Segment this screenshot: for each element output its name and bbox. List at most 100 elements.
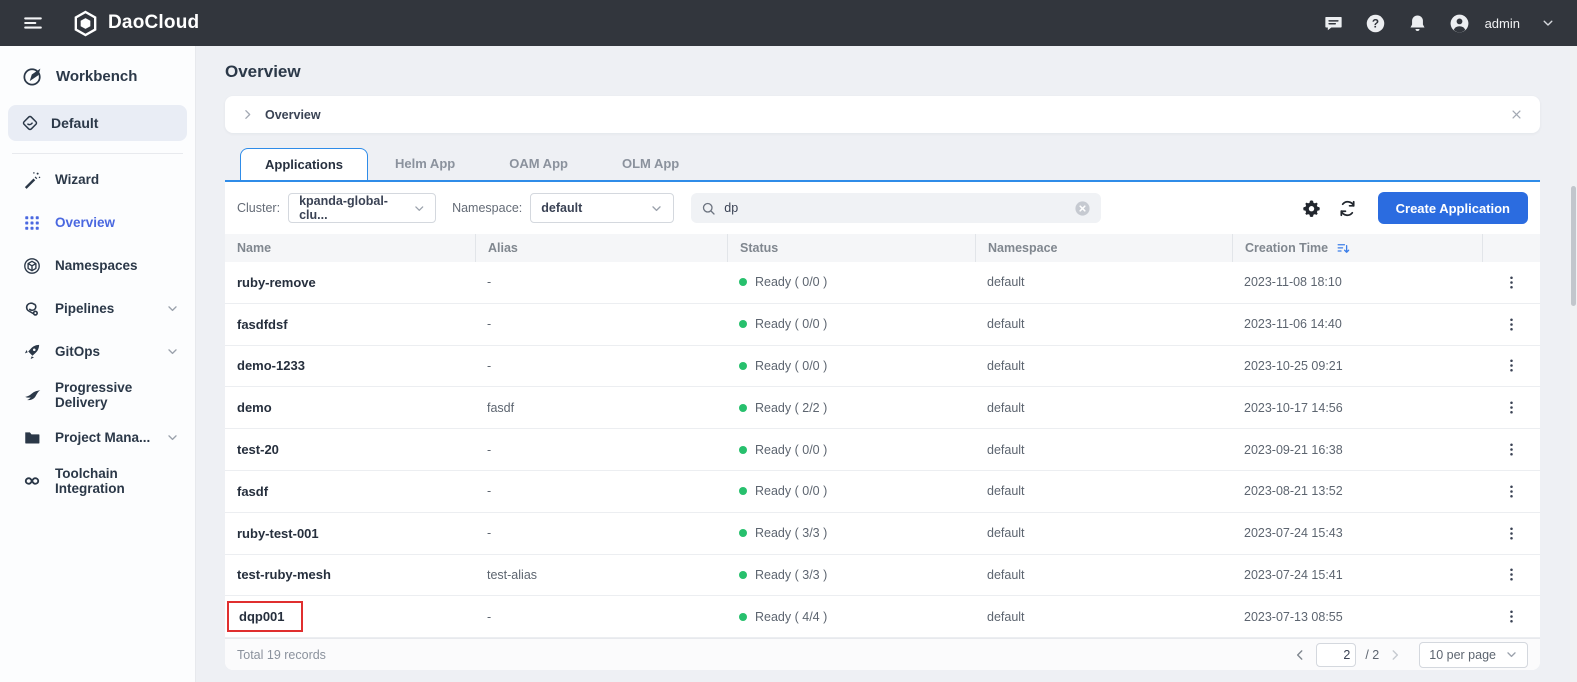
- filter-bar: Cluster: kpanda-global-clu... Namespace:…: [225, 182, 1540, 234]
- page-size-select[interactable]: 10 per page: [1419, 641, 1528, 668]
- hamburger-menu-icon[interactable]: [22, 12, 44, 34]
- gear-icon[interactable]: [1302, 199, 1321, 218]
- sidebar-item-overview[interactable]: Overview: [0, 201, 195, 244]
- sidebar-item-workbench[interactable]: Workbench: [0, 46, 195, 99]
- page-number-input[interactable]: [1316, 642, 1357, 667]
- namespace-select[interactable]: default: [530, 193, 675, 223]
- sidebar-item-label: Pipelines: [55, 301, 115, 316]
- cell-name[interactable]: demo-1233: [225, 358, 475, 373]
- sort-desc-icon[interactable]: [1336, 241, 1351, 256]
- sidebar-item-progressive-delivery[interactable]: Progressive Delivery: [0, 373, 195, 416]
- sidebar-item-toolchain-integration[interactable]: Toolchain Integration: [0, 459, 195, 502]
- chevron-down-icon: [166, 431, 179, 444]
- kebab-menu-icon[interactable]: [1503, 357, 1520, 374]
- application-name[interactable]: ruby-remove: [237, 275, 316, 290]
- chevron-right-icon[interactable]: [241, 108, 254, 121]
- sidebar-item-project-mana[interactable]: Project Mana...: [0, 416, 195, 459]
- sidebar-item-gitops[interactable]: GitOps: [0, 330, 195, 373]
- sidebar-item-pipelines[interactable]: Pipelines: [0, 287, 195, 330]
- cell-status: Ready ( 3/3 ): [727, 526, 975, 540]
- user-name[interactable]: admin: [1485, 16, 1520, 31]
- cell-actions: [1482, 525, 1540, 542]
- status-dot: [739, 445, 747, 454]
- kebab-menu-icon[interactable]: [1503, 483, 1520, 500]
- table-row: test-20 - Ready ( 0/0 ) default 2023-09-21 1…: [225, 429, 1540, 471]
- brand-name: DaoCloud: [108, 12, 200, 33]
- search-input[interactable]: [724, 201, 1067, 215]
- table-header: Name Alias Status Namespace Creation Time: [225, 234, 1540, 262]
- kebab-menu-icon[interactable]: [1503, 608, 1520, 625]
- cell-name[interactable]: test-ruby-mesh: [225, 567, 475, 582]
- breadcrumb-item[interactable]: Overview: [265, 108, 321, 122]
- sidebar-item-label: Project Mana...: [55, 430, 151, 445]
- page-size-value: 10 per page: [1429, 647, 1496, 662]
- bell-icon[interactable]: [1407, 13, 1428, 34]
- workspace-selector[interactable]: Default: [8, 105, 187, 141]
- cell-name[interactable]: fasdf: [225, 484, 475, 499]
- table-row: fasdf - Ready ( 0/0 ) default 2023-08-21 13:…: [225, 470, 1540, 513]
- swap-workspace-icon[interactable]: [156, 114, 174, 132]
- sidebar-item-label: Overview: [55, 215, 116, 230]
- status-text: Ready ( 0/0 ): [755, 358, 828, 373]
- message-icon[interactable]: [1323, 13, 1344, 34]
- cell-namespace: default: [987, 358, 1025, 373]
- refresh-icon[interactable]: [1338, 199, 1357, 218]
- cluster-select[interactable]: kpanda-global-clu...: [288, 193, 437, 223]
- table-footer: Total 19 records / 2 10 per page: [225, 638, 1540, 671]
- cell-name[interactable]: demo: [225, 400, 475, 415]
- application-name[interactable]: test-ruby-mesh: [237, 567, 331, 582]
- chevron-down-icon: [166, 302, 179, 315]
- scrollbar-thumb[interactable]: [1571, 186, 1576, 306]
- create-application-button[interactable]: Create Application: [1377, 192, 1528, 224]
- help-icon[interactable]: ?: [1365, 13, 1386, 34]
- cluster-value: kpanda-global-clu...: [299, 194, 388, 222]
- user-chevron-down-icon[interactable]: [1541, 16, 1555, 30]
- cell-name[interactable]: ruby-remove: [225, 275, 475, 290]
- status-text: Ready ( 4/4 ): [755, 609, 828, 624]
- clear-search-icon[interactable]: [1074, 200, 1091, 217]
- avatar-icon[interactable]: [1449, 13, 1470, 34]
- cell-creation-time: 2023-07-13 08:55: [1244, 609, 1343, 624]
- next-page-icon[interactable]: [1388, 648, 1402, 662]
- status-text: Ready ( 0/0 ): [755, 484, 828, 499]
- sidebar-item-wizard[interactable]: Wizard: [0, 158, 195, 201]
- cell-namespace: default: [987, 275, 1025, 290]
- vertical-scrollbar[interactable]: [1570, 46, 1577, 682]
- cell-status: Ready ( 0/0 ): [727, 275, 975, 289]
- chevron-down-icon: [650, 202, 663, 215]
- tab-helm-app[interactable]: Helm App: [368, 148, 482, 180]
- cell-creation-time: 2023-10-25 09:21: [1244, 358, 1343, 373]
- application-name[interactable]: test-20: [237, 442, 279, 457]
- status-text: Ready ( 3/3 ): [755, 526, 828, 541]
- sidebar-item-namespaces[interactable]: Namespaces: [0, 244, 195, 287]
- tab-oam-app[interactable]: OAM App: [482, 148, 595, 180]
- application-name[interactable]: ruby-test-001: [237, 526, 319, 541]
- tab-olm-app[interactable]: OLM App: [595, 148, 706, 180]
- kebab-menu-icon[interactable]: [1503, 274, 1520, 291]
- cell-name[interactable]: ruby-test-001: [225, 526, 475, 541]
- tab-applications[interactable]: Applications: [240, 148, 369, 180]
- application-name[interactable]: demo: [237, 400, 272, 415]
- cell-namespace: default: [987, 567, 1025, 582]
- workbench-label: Workbench: [56, 68, 138, 85]
- kebab-menu-icon[interactable]: [1503, 441, 1520, 458]
- table-row: demo fasdf Ready ( 2/2 ) default 2023-10-17 …: [225, 387, 1540, 430]
- highlighted-name[interactable]: dqp001: [227, 601, 303, 633]
- close-icon[interactable]: [1509, 107, 1524, 122]
- application-name[interactable]: fasdf: [237, 484, 268, 499]
- total-pages: / 2: [1365, 647, 1380, 662]
- kebab-menu-icon[interactable]: [1503, 316, 1520, 333]
- daocloud-logo[interactable]: DaoCloud: [72, 10, 199, 37]
- cell-creation-time: 2023-07-24 15:41: [1244, 567, 1343, 582]
- cell-name[interactable]: dqp001: [225, 601, 475, 633]
- status-dot: [739, 320, 747, 329]
- kebab-menu-icon[interactable]: [1503, 525, 1520, 542]
- application-name[interactable]: fasdfdsf: [237, 317, 288, 332]
- cell-actions: [1482, 566, 1540, 583]
- cell-name[interactable]: fasdfdsf: [225, 317, 475, 332]
- kebab-menu-icon[interactable]: [1503, 566, 1520, 583]
- cell-name[interactable]: test-20: [225, 442, 475, 457]
- kebab-menu-icon[interactable]: [1503, 399, 1520, 416]
- prev-page-icon[interactable]: [1293, 648, 1307, 662]
- application-name[interactable]: demo-1233: [237, 358, 305, 373]
